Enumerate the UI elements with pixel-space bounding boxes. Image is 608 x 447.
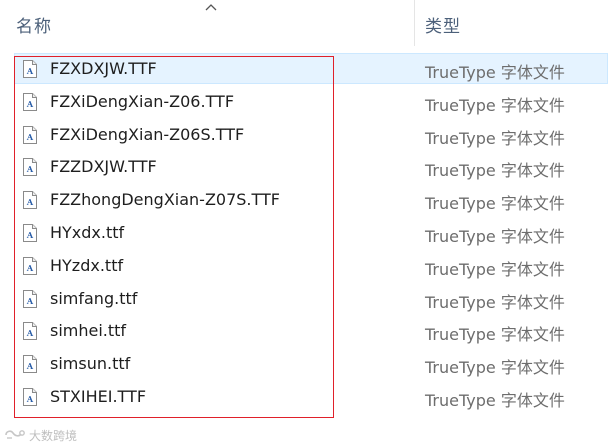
file-row[interactable]: A STXIHEI.TTF TrueType 字体文件 [0, 380, 608, 413]
file-name: HYxdx.ttf [50, 223, 125, 242]
file-type: TrueType 字体文件 [425, 358, 565, 378]
font-file-icon: A [23, 224, 37, 242]
column-name-header[interactable]: 名称 [0, 0, 414, 46]
file-type: TrueType 字体文件 [425, 194, 565, 214]
svg-text:A: A [26, 263, 34, 273]
file-name: HYzdx.ttf [50, 255, 124, 275]
file-type: TrueType 字体文件 [425, 128, 565, 148]
file-type: TrueType 字体文件 [425, 325, 565, 345]
file-row[interactable]: A HYzdx.ttf TrueType 字体文件 [0, 249, 608, 282]
chevron-up-icon [205, 4, 217, 11]
column-type-label: 类型 [425, 17, 461, 37]
column-type-header[interactable]: 类型 [415, 0, 608, 46]
file-row[interactable]: A FZXiDengXian-Z06S.TTF TrueType 字体文件 [0, 118, 608, 151]
font-file-icon: A [23, 289, 37, 308]
file-type: TrueType 字体文件 [425, 161, 565, 181]
file-type: TrueType 字体文件 [425, 63, 565, 82]
svg-text:A: A [26, 197, 34, 207]
font-file-icon: A [23, 256, 37, 275]
file-row[interactable]: A FZXiDengXian-Z06.TTF TrueType 字体文件 [0, 85, 608, 118]
file-name: FZXDXJW.TTF [50, 59, 157, 78]
file-name: simfang.ttf [50, 288, 138, 308]
file-explorer: 名称 类型 A FZXDXJW.TTF TrueType 字体文件 A FZXiDeng… [0, 0, 608, 447]
file-name: simsun.ttf [50, 354, 131, 374]
svg-text:A: A [26, 296, 34, 306]
file-row[interactable]: A FZXDXJW.TTF TrueType 字体文件 [0, 52, 608, 85]
file-type: TrueType 字体文件 [425, 259, 565, 279]
column-name-label: 名称 [16, 17, 52, 37]
file-name: FZZhongDengXian-Z07S.TTF [50, 190, 280, 210]
svg-text:A: A [26, 394, 34, 404]
column-header: 名称 类型 [0, 0, 608, 46]
file-type: TrueType 字体文件 [425, 95, 565, 115]
svg-text:A: A [26, 328, 34, 338]
file-type: TrueType 字体文件 [425, 391, 565, 410]
font-file-icon: A [23, 158, 37, 177]
file-row[interactable]: Asimfang.ttf TrueType 字体文件 [0, 282, 608, 315]
file-name: FZZDXJW.TTF [50, 157, 157, 177]
svg-text:A: A [26, 164, 34, 174]
svg-text:A: A [26, 361, 34, 371]
file-row[interactable]: A HYxdx.ttf TrueType 字体文件 [0, 216, 608, 249]
font-file-icon: A [23, 92, 37, 111]
file-row[interactable]: Asimhei.ttf TrueType 字体文件 [0, 314, 608, 347]
font-file-icon: A [23, 388, 37, 406]
file-type: TrueType 字体文件 [425, 292, 565, 312]
svg-text:A: A [26, 99, 34, 109]
font-file-icon: A [23, 355, 37, 374]
file-name: STXIHEI.TTF [50, 387, 147, 406]
file-row[interactable]: Asimsun.ttf TrueType 字体文件 [0, 347, 608, 380]
file-row[interactable]: A FZZhongDengXian-Z07S.TTF TrueType 字体文件 [0, 183, 608, 216]
file-name: FZXiDengXian-Z06.TTF [50, 91, 235, 111]
font-file-icon: A [23, 60, 37, 78]
watermark: 大数跨境 [4, 425, 77, 445]
font-file-icon: A [23, 191, 37, 210]
font-file-icon: A [23, 125, 37, 144]
file-name: simhei.ttf [50, 321, 127, 341]
file-row[interactable]: A FZZDXJW.TTF TrueType 字体文件 [0, 150, 608, 183]
file-type: TrueType 字体文件 [425, 227, 565, 246]
svg-text:A: A [26, 230, 34, 240]
svg-text:A: A [26, 132, 34, 142]
font-file-icon: A [23, 322, 37, 341]
svg-text:A: A [26, 66, 34, 76]
watermark-logo-icon [5, 430, 25, 439]
watermark-text: 大数跨境 [29, 428, 78, 443]
file-name: FZXiDengXian-Z06S.TTF [50, 124, 245, 144]
